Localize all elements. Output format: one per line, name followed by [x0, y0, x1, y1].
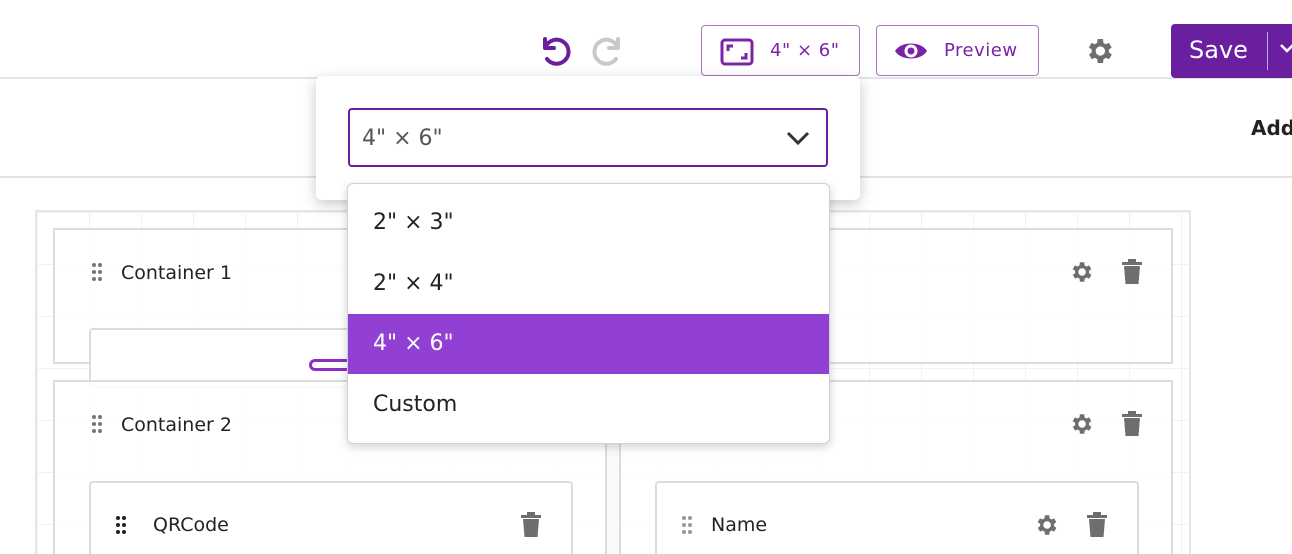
undo-icon[interactable] — [535, 31, 573, 69]
size-option-2x4[interactable]: 2" × 4" — [348, 254, 829, 314]
container-settings-gear-icon[interactable] — [1068, 259, 1094, 285]
eye-icon — [895, 43, 927, 59]
name-card[interactable]: Name — [655, 481, 1139, 554]
card-title: Name — [711, 514, 768, 536]
resize-icon — [720, 38, 754, 66]
container-delete-trash-icon[interactable] — [1121, 411, 1143, 437]
add-section-label[interactable]: Add — [1251, 116, 1292, 140]
drag-handle-icon[interactable] — [91, 262, 103, 282]
card-delete-trash-icon[interactable] — [520, 512, 542, 538]
settings-gear-icon[interactable] — [1083, 35, 1115, 67]
card-title: QRCode — [153, 514, 229, 536]
label-size-select[interactable]: 4" × 6" — [348, 108, 828, 167]
save-button[interactable]: Save — [1171, 24, 1292, 78]
chevron-down-icon — [786, 131, 810, 146]
container-title: Container 2 — [121, 414, 232, 436]
label-size-options-menu: 2" × 3" 2" × 4" 4" × 6" Custom — [347, 183, 830, 444]
drag-handle-icon[interactable] — [91, 414, 103, 434]
drag-handle-icon[interactable] — [681, 515, 693, 535]
size-option-2x3[interactable]: 2" × 3" — [348, 193, 829, 253]
qrcode-card[interactable]: QRCode — [89, 481, 573, 554]
container-delete-trash-icon[interactable] — [1121, 259, 1143, 285]
label-size-select-value: 4" × 6" — [362, 126, 443, 151]
label-size-button[interactable]: 4" × 6" — [701, 25, 860, 76]
drag-handle-icon[interactable] — [115, 515, 127, 535]
preview-button[interactable]: Preview — [876, 25, 1039, 76]
size-option-custom[interactable]: Custom — [348, 375, 829, 435]
save-menu-chevron-icon[interactable] — [1279, 42, 1292, 54]
card-delete-trash-icon[interactable] — [1086, 512, 1108, 538]
save-label: Save — [1189, 36, 1248, 64]
container-settings-gear-icon[interactable] — [1068, 411, 1094, 437]
label-size-text: 4" × 6" — [770, 40, 840, 61]
card-settings-gear-icon[interactable] — [1033, 512, 1059, 538]
save-divider — [1267, 32, 1268, 70]
preview-label: Preview — [944, 40, 1018, 61]
container-title: Container 1 — [121, 262, 232, 284]
redo-icon[interactable] — [590, 31, 628, 69]
container-1-card[interactable] — [89, 328, 379, 388]
size-option-4x6[interactable]: 4" × 6" — [348, 314, 829, 374]
